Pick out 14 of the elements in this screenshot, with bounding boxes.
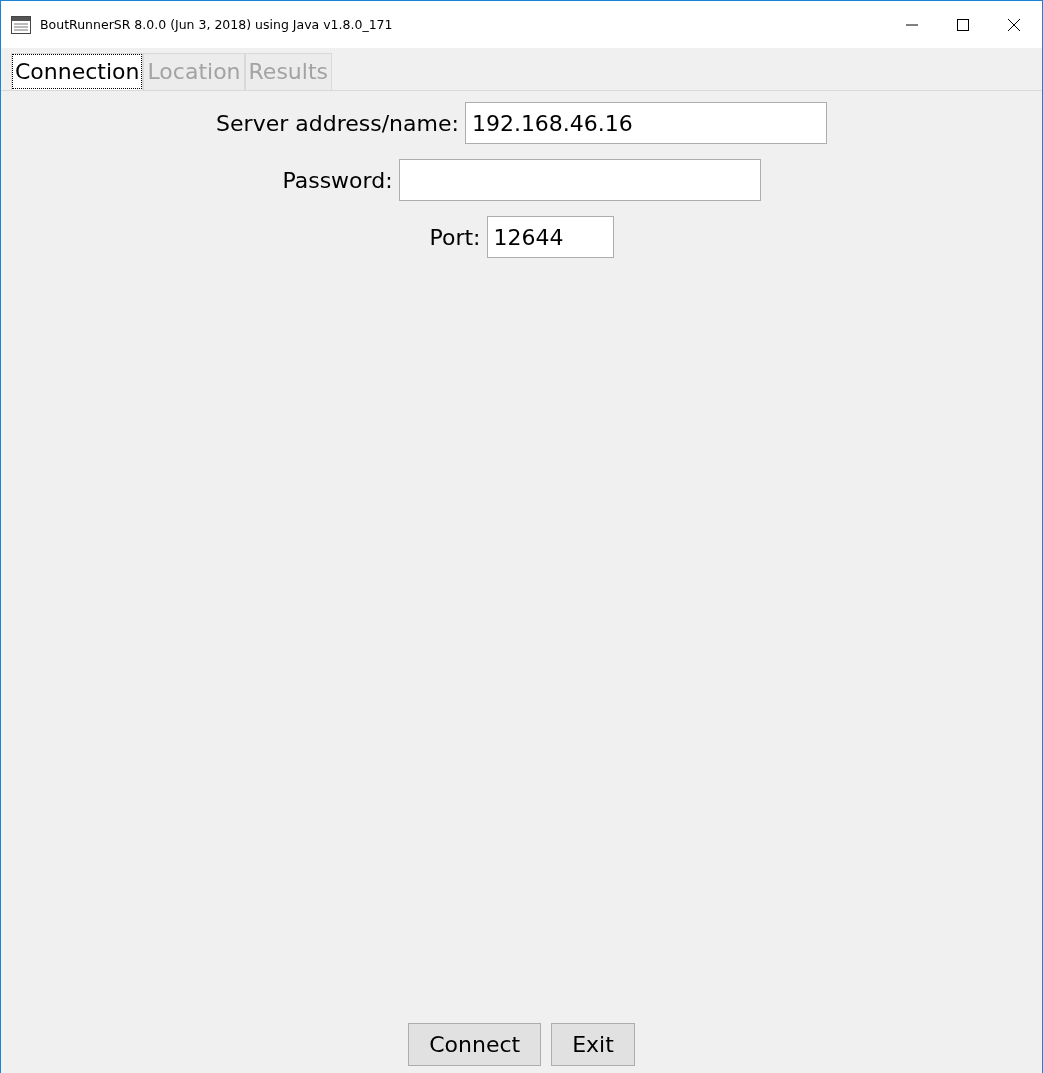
app-icon [11,15,31,34]
field-label: Password: [282,167,393,193]
input-field[interactable]: 192.168.46.16 [464,102,827,144]
field-label: Port: [429,224,481,250]
input-field[interactable]: 12644 [486,216,614,258]
close-icon [1008,18,1020,31]
window-title: BoutRunnerSR 8.0.0 (Jun 3, 2018) using Java v1.8.0_171 [40,17,394,32]
maximize-icon [957,18,969,31]
minimize-icon [906,23,918,26]
tab[interactable]: Connection [11,53,144,90]
field-label: Server address/name: [216,110,459,136]
input-field[interactable] [398,159,761,201]
dialog-button[interactable]: Connect [408,1023,542,1066]
dialog-button[interactable]: Exit [551,1023,635,1066]
